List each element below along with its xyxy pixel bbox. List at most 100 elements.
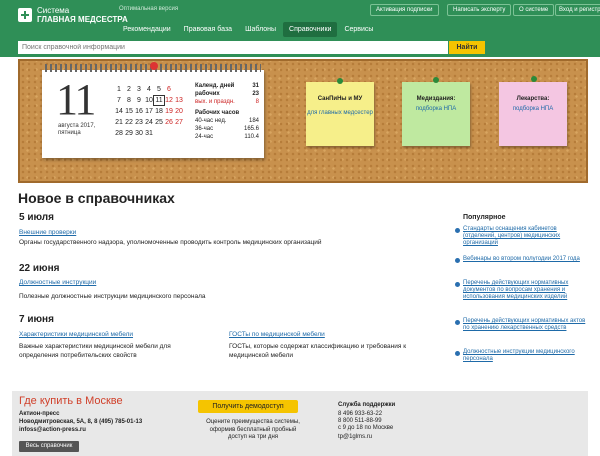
calendar-day: 2	[127, 86, 131, 93]
calendar-month-grid: 1 2 3 4 5 6 7 8 9 10 11 12 13 14 15 16 17 18 19 20 21 22 23 24 2…	[114, 85, 184, 138]
write-expert-button[interactable]: Написать эксперту	[447, 4, 512, 16]
login-register-button[interactable]: Вход и регистрация	[555, 4, 600, 16]
cross-icon	[18, 8, 32, 22]
section-date: 22 июня	[19, 263, 60, 274]
section-text: Органы государственного надзора, уполном…	[19, 239, 322, 246]
calendar-day: 17	[145, 108, 153, 115]
optimal-version-label[interactable]: Оптимальная версия	[119, 6, 178, 12]
logo-line2: Главная медсестра	[37, 15, 128, 24]
popular-item[interactable]: Вебинары во втором полугодии 2017 года	[463, 256, 588, 263]
calendar-day: 14	[115, 108, 123, 115]
pin-icon	[337, 78, 343, 84]
get-demo-button[interactable]: Получить демодоступ	[198, 400, 298, 413]
calendar-day	[164, 129, 174, 138]
calendar-date: августа 2017, пятница	[58, 123, 96, 136]
support-email[interactable]: tp@1glms.ru	[338, 434, 372, 442]
section-link[interactable]: Должностные инструкции	[19, 279, 96, 286]
page-title: Новое в справочниках	[18, 190, 175, 206]
section-text: Полезные должностные инструкции медицинс…	[19, 293, 206, 300]
note-title: Медиздания:	[416, 96, 456, 102]
section-date: 7 июня	[19, 314, 54, 325]
calendar-day: 26	[165, 119, 173, 126]
calendar-day: 4	[147, 86, 151, 93]
footer-email[interactable]: infoss@action-press.ru	[19, 427, 86, 435]
nav-templates[interactable]: Шаблоны	[239, 22, 282, 37]
popular-item[interactable]: Должностные инструкции медицинского перс…	[463, 349, 588, 363]
footer-company: Актион-пресс	[19, 411, 60, 417]
popular-item[interactable]: Перечень действующих нормативных докумен…	[463, 280, 588, 301]
search-input[interactable]	[18, 41, 448, 54]
popular-title: Популярное	[463, 214, 506, 221]
main-nav: Рекомендации Правовая база Шаблоны Справ…	[117, 22, 379, 37]
section-date: 5 июля	[19, 212, 54, 223]
note-link[interactable]: для главных медсестер	[306, 110, 374, 117]
nav-recommendations[interactable]: Рекомендации	[117, 22, 177, 37]
calendar-day: 6	[167, 86, 171, 93]
calendar-day: 31	[145, 130, 153, 137]
calendar-day: 19	[165, 108, 173, 115]
calendar-day: 7	[117, 97, 121, 104]
note-lekarstva[interactable]: Лекарства: подборка НПА	[499, 82, 567, 146]
calendar-day: 30	[135, 130, 143, 137]
pin-icon	[455, 351, 460, 356]
calendar-big-day: 11	[56, 75, 96, 124]
calendar-day: 18	[155, 108, 163, 115]
pin-icon	[455, 282, 460, 287]
pin-icon	[531, 76, 537, 82]
note-medizdaniya[interactable]: Медиздания: подборка НПА	[402, 82, 470, 146]
note-title: СанПиНы и МУ	[317, 96, 363, 102]
calendar-day: 8	[127, 97, 131, 104]
all-reference-button[interactable]: Весь справочник	[19, 441, 79, 452]
section-link-2[interactable]: ГОСТы по медицинской мебели	[229, 331, 325, 338]
calendar-day	[174, 85, 184, 94]
calendar-info: Календ. дней 31 рабочих 23 вых. и праздн. 8…	[195, 83, 259, 140]
pin-icon	[455, 320, 460, 325]
calendar-day: 3	[137, 86, 141, 93]
popular-item[interactable]: Перечень действующих нормативных актов п…	[463, 318, 588, 332]
pin-icon	[455, 258, 460, 263]
support-hours: с 9 до 18 по Москве	[338, 425, 394, 431]
activate-subscription-button[interactable]: Активация подписки	[370, 4, 439, 16]
search-button[interactable]: Найти	[449, 41, 485, 54]
calendar-day	[174, 129, 184, 138]
section-text-2: ГОСТы, которые содержат классификацию и …	[229, 343, 407, 359]
popular-item[interactable]: Стандарты оснащения кабинетов (отделений…	[463, 226, 588, 247]
pin-icon	[433, 77, 439, 83]
calendar-day: 11	[153, 95, 165, 106]
section-link[interactable]: Внешние проверки	[19, 229, 76, 236]
nav-references[interactable]: Справочники	[283, 22, 338, 37]
top-header: Система Главная медсестра Оптимальная ве…	[0, 0, 600, 57]
note-title: Лекарства:	[516, 96, 550, 102]
pin-icon	[455, 228, 460, 233]
calendar-day: 16	[135, 108, 143, 115]
section-text: Важные характеристики медицинской мебели…	[19, 343, 171, 359]
calendar-day: 10	[145, 97, 153, 104]
note-link[interactable]: подборка НПА	[402, 106, 470, 113]
section-link[interactable]: Характеристики медицинской мебели	[19, 331, 133, 338]
nav-services[interactable]: Сервисы	[338, 22, 379, 37]
calendar-day: 29	[125, 130, 133, 137]
calendar-day	[154, 129, 164, 138]
calendar-day: 12	[165, 97, 173, 104]
note-sanpin[interactable]: СанПиНы и МУ для главных медсестер	[306, 82, 374, 146]
calendar-day: 25	[155, 119, 163, 126]
calendar-day: 1	[117, 86, 121, 93]
logo[interactable]: Система Главная медсестра	[18, 6, 128, 24]
logo-line1: Система	[37, 6, 70, 15]
calendar-day: 5	[157, 86, 161, 93]
calendar-day: 13	[175, 97, 183, 104]
calendar-day: 9	[137, 97, 141, 104]
calendar-day: 23	[135, 119, 143, 126]
calendar-day: 20	[175, 108, 183, 115]
note-link[interactable]: подборка НПА	[499, 106, 567, 113]
footer-title: Где купить в Москве	[19, 395, 123, 407]
calendar-day: 22	[125, 119, 133, 126]
calendar-day: 15	[125, 108, 133, 115]
calendar-day: 21	[115, 119, 123, 126]
calendar-day: 28	[115, 130, 123, 137]
calendar-day: 24	[145, 119, 153, 126]
footer-address: Новодмитровская, 5А, 8, 8 (495) 785-01-1…	[19, 419, 143, 425]
about-system-button[interactable]: О системе	[513, 4, 555, 16]
demo-text: Оцените преимущества системы, оформив бе…	[206, 419, 300, 440]
nav-legal-base[interactable]: Правовая база	[178, 22, 238, 37]
